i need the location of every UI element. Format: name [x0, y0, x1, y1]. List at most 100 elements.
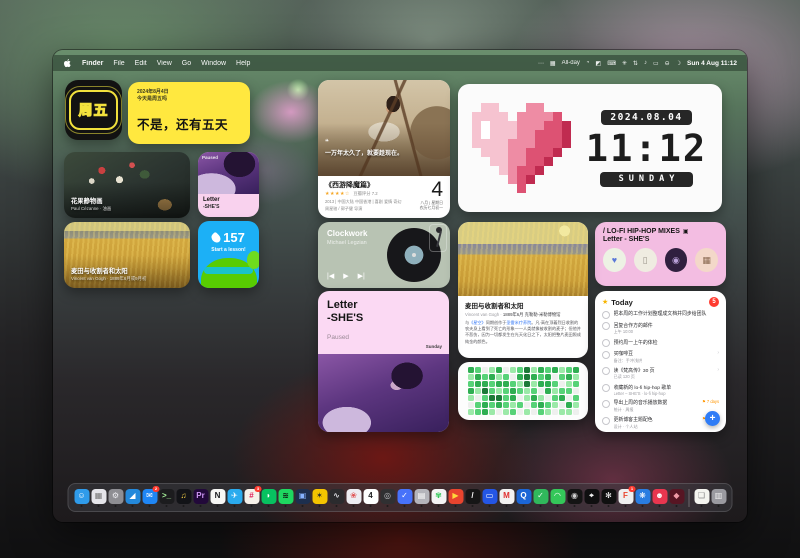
menu-file[interactable]: File: [113, 60, 124, 67]
friday-app-icon[interactable]: 周五: [65, 80, 122, 140]
reminder-item[interactable]: 买咖啡豆备注：手冲浅烘›: [602, 350, 719, 364]
dock-item-f-app[interactable]: F1: [618, 489, 634, 507]
dock-item-vscode[interactable]: ◢: [125, 489, 141, 507]
houseplant-icon[interactable]: ✾: [431, 489, 446, 504]
reminder-item[interactable]: 更新博客主题配色设计 · 个人站⚑ 7 days: [602, 416, 719, 430]
vinyl-cover[interactable]: ◉: [665, 248, 688, 272]
previous-track-button[interactable]: |◀: [327, 272, 334, 280]
reminder-item[interactable]: 把本周的工作计划整理成文档并同步给团队: [602, 310, 719, 319]
reminder-item[interactable]: 收藏新的 lo-fi hip-hop 歌单Letter – SHE'S · lo…: [602, 384, 719, 397]
dock-item-trash[interactable]: ▥: [711, 489, 727, 507]
dock-item-document[interactable]: ❏: [694, 489, 710, 507]
dock-item-slack[interactable]: #3: [244, 489, 260, 507]
dock-item-spotify[interactable]: ≋: [278, 489, 294, 507]
dock-item-notion[interactable]: N: [210, 489, 226, 507]
status-icon[interactable]: ◩: [596, 60, 602, 67]
notes-icon[interactable]: ▤: [414, 489, 429, 504]
wheatfield-detail-widget[interactable]: 麦田与收割者和太阳 Vincent van Gogh · 1889年6月 克勒勒…: [458, 222, 588, 358]
slash-icon[interactable]: /: [465, 489, 480, 504]
music-widget-letter-large[interactable]: Letter -SHE'S Paused Sunday: [318, 291, 449, 432]
reminder-item[interactable]: 读《梵高传》30 页已读 120 页›: [602, 367, 719, 381]
document-icon[interactable]: ❏: [694, 489, 709, 504]
photos-icon[interactable]: ❀: [346, 489, 361, 504]
status-icon[interactable]: ⇅: [633, 60, 638, 67]
dock-item-vinyl[interactable]: ◉: [567, 489, 583, 507]
cassette-cover[interactable]: ▯: [634, 248, 657, 272]
menu-clock[interactable]: Sun 4 Aug 11:12: [687, 60, 737, 67]
dock-item-calendar[interactable]: 4: [363, 489, 379, 507]
dock-item-settings[interactable]: ⚙: [108, 489, 124, 507]
dock-item-shield[interactable]: ✓: [533, 489, 549, 507]
reminder-item[interactable]: 导出上周的音乐播放数据统计 · 周报⚑ 7 days: [602, 399, 719, 413]
reminder-checkbox[interactable]: [602, 417, 610, 425]
reminder-checkbox[interactable]: [602, 351, 610, 359]
reminder-checkbox[interactable]: [602, 367, 610, 375]
potplayer-icon[interactable]: ▶: [448, 489, 463, 504]
messages-icon[interactable]: ◠: [550, 489, 565, 504]
movie-widget[interactable]: ❝ 一万年太久了，就要趁现在。 《西游降魔篇》 ★★★★☆ 豆瓣评分 7.2 2…: [318, 80, 450, 218]
reminder-checkbox[interactable]: [602, 322, 610, 330]
dock-item-capture[interactable]: ⌖: [584, 489, 600, 507]
dock-item-notes[interactable]: ▤: [414, 489, 430, 507]
shield-icon[interactable]: ✓: [533, 489, 548, 504]
friday-countdown-widget[interactable]: 2024年8月4日 今天是周五吗 不是，还有五天: [128, 82, 250, 144]
launchpad-icon[interactable]: ▦: [91, 489, 106, 504]
dock-item-finder[interactable]: ☺: [74, 489, 90, 507]
dock-item-bee[interactable]: ✶: [312, 489, 328, 507]
notion-icon[interactable]: N: [210, 489, 225, 504]
chatgpt-icon[interactable]: ✻: [601, 489, 616, 504]
slack-icon[interactable]: #3: [244, 489, 259, 504]
dock-item-tv[interactable]: ▭: [482, 489, 498, 507]
pixel-clock-widget[interactable]: 2024.08.04 11:12 SUNDAY: [458, 84, 722, 212]
spotify-icon[interactable]: ≋: [278, 489, 293, 504]
menu-go[interactable]: Go: [182, 60, 191, 67]
wheatfield-art-widget[interactable]: 麦田与收割者和太阳 Vincent van Gogh · 1889年6月或9月初: [64, 222, 190, 288]
apple-logo-icon[interactable]: [63, 58, 72, 68]
wechat-icon[interactable]: ◗: [261, 489, 276, 504]
description-link[interactable]: 圣雷米疗养院: [506, 320, 531, 325]
music-widget-letter-small[interactable]: Paused Letter -SHE'S: [198, 152, 259, 217]
dock-item-messages[interactable]: ◠: [550, 489, 566, 507]
menu-view[interactable]: View: [157, 60, 172, 67]
cezanne-art-widget[interactable]: 花果静物画 Paul Cézanne · 油画: [64, 152, 190, 218]
dock-item-m-app[interactable]: M: [499, 489, 515, 507]
dock-item-redbook[interactable]: ☻: [652, 489, 668, 507]
darkred-app-icon[interactable]: ◆: [669, 489, 684, 504]
play-button[interactable]: ▶: [343, 272, 348, 280]
dock-item-launchpad[interactable]: ▦: [91, 489, 107, 507]
menu-finder[interactable]: Finder: [82, 60, 103, 67]
add-reminder-button[interactable]: +: [705, 411, 720, 426]
dock-item-photos[interactable]: ❀: [346, 489, 362, 507]
dock-item-potplayer[interactable]: ▶: [448, 489, 464, 507]
reminder-checkbox[interactable]: [602, 384, 610, 392]
menu-window[interactable]: Window: [201, 60, 226, 67]
dock-item-premiere[interactable]: Pr: [193, 489, 209, 507]
status-icon[interactable]: ⋯: [538, 60, 544, 67]
dock-item-qq-music[interactable]: ♫: [176, 489, 192, 507]
disk-icon[interactable]: ◎: [380, 489, 395, 504]
reminder-item[interactable]: 预约周一上午的体检: [602, 339, 719, 348]
status-icon[interactable]: ⌨: [607, 60, 616, 67]
dock-item-darkred-app[interactable]: ◆: [669, 489, 685, 507]
docker-icon[interactable]: ▣: [295, 489, 310, 504]
streak-widget[interactable]: 157 Start a lesson!: [198, 221, 259, 288]
f-app-icon[interactable]: F1: [618, 489, 633, 504]
ticktick-icon[interactable]: ✓: [397, 489, 412, 504]
calendar-icon[interactable]: 4: [363, 489, 378, 504]
vscode-icon[interactable]: ◢: [125, 489, 140, 504]
dock-item-telegram[interactable]: ✈: [227, 489, 243, 507]
tv-icon[interactable]: ▭: [482, 489, 497, 504]
dock-item-houseplant[interactable]: ✾: [431, 489, 447, 507]
dock[interactable]: ☺▦⚙◢✉2>_♫PrN✈#3◗≋▣✶∿❀4◎✓▤✾▶/▭MQ✓◠◉⌖✻F1❋☻…: [68, 483, 733, 512]
finder-icon[interactable]: ☺: [74, 489, 89, 504]
dock-item-wechat[interactable]: ◗: [261, 489, 277, 507]
status-icon[interactable]: ◔: [586, 60, 590, 66]
cat-app-icon[interactable]: ∿: [329, 489, 344, 504]
dock-item-slash[interactable]: /: [465, 489, 481, 507]
q-app-icon[interactable]: Q: [516, 489, 531, 504]
radio-cover[interactable]: ▦: [695, 248, 718, 272]
premiere-icon[interactable]: Pr: [193, 489, 208, 504]
dock-item-cat-app[interactable]: ∿: [329, 489, 345, 507]
terminal-icon[interactable]: >_: [159, 489, 174, 504]
m-app-icon[interactable]: M: [499, 489, 514, 504]
